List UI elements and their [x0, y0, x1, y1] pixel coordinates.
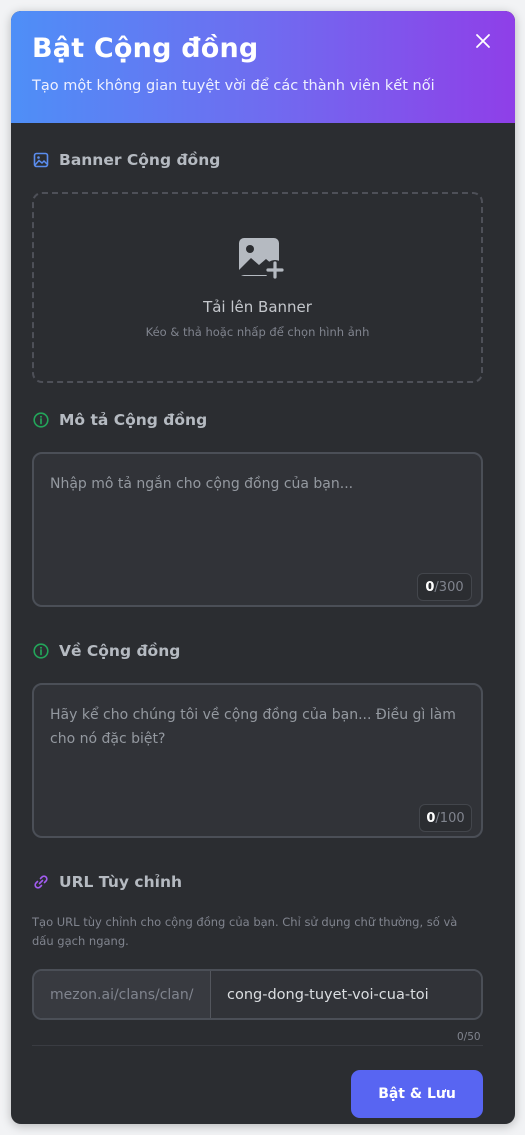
description-placeholder: Nhập mô tả ngắn cho cộng đồng của bạn...: [50, 476, 354, 492]
description-textarea[interactable]: Nhập mô tả ngắn cho cộng đồng của bạn...…: [32, 452, 483, 607]
custom-url-hint: Tạo URL tùy chỉnh cho cộng đồng của bạn.…: [32, 915, 458, 948]
banner-section-label: Banner Cộng đồng: [33, 151, 220, 169]
modal-header: Bật Cộng đồng Tạo một không gian tuyệt v…: [11, 11, 515, 123]
info-icon: [33, 412, 49, 428]
upload-hint: Kéo & thả hoặc nhấp để chọn hình ảnh: [145, 325, 370, 339]
custom-url-input[interactable]: [211, 971, 481, 1018]
url-char-counter: 0/50: [457, 1031, 481, 1043]
description-label-text: Mô tả Cộng đồng: [59, 411, 208, 429]
link-icon: [33, 874, 49, 890]
enable-community-modal: Bật Cộng đồng Tạo một không gian tuyệt v…: [11, 11, 515, 1124]
banner-upload-dropzone[interactable]: Tải lên Banner Kéo & thả hoặc nhấp để ch…: [32, 192, 483, 383]
about-char-counter: 0/100: [419, 804, 472, 832]
modal-subtitle: Tạo một không gian tuyệt vời để các thàn…: [32, 78, 435, 94]
upload-title: Tải lên Banner: [203, 298, 312, 316]
footer-divider: [32, 1045, 483, 1046]
about-section-label: Về Cộng đồng: [33, 642, 180, 660]
url-prefix: mezon.ai/clans/clan/: [34, 971, 211, 1018]
about-textarea[interactable]: Hãy kể cho chúng tôi về cộng đồng của bạ…: [32, 683, 483, 838]
info-icon: [33, 643, 49, 659]
description-char-counter: 0/300: [417, 573, 472, 601]
modal-title: Bật Cộng đồng: [32, 33, 259, 64]
about-placeholder: Hãy kể cho chúng tôi về cộng đồng của bạ…: [50, 707, 456, 747]
custom-url-section-label: URL Tùy chỉnh: [33, 873, 182, 891]
image-icon: [33, 152, 49, 168]
close-icon[interactable]: [473, 31, 493, 51]
custom-url-label-text: URL Tùy chỉnh: [59, 873, 183, 891]
enable-save-button[interactable]: Bật & Lưu: [351, 1070, 483, 1118]
add-image-icon: [237, 237, 285, 281]
description-count: 0: [425, 579, 435, 595]
about-max: /100: [435, 810, 465, 826]
custom-url-field: mezon.ai/clans/clan/: [32, 969, 483, 1020]
banner-label-text: Banner Cộng đồng: [59, 151, 221, 169]
description-max: /300: [434, 579, 464, 595]
about-count: 0: [426, 810, 436, 826]
description-section-label: Mô tả Cộng đồng: [33, 411, 207, 429]
about-label-text: Về Cộng đồng: [59, 642, 181, 660]
